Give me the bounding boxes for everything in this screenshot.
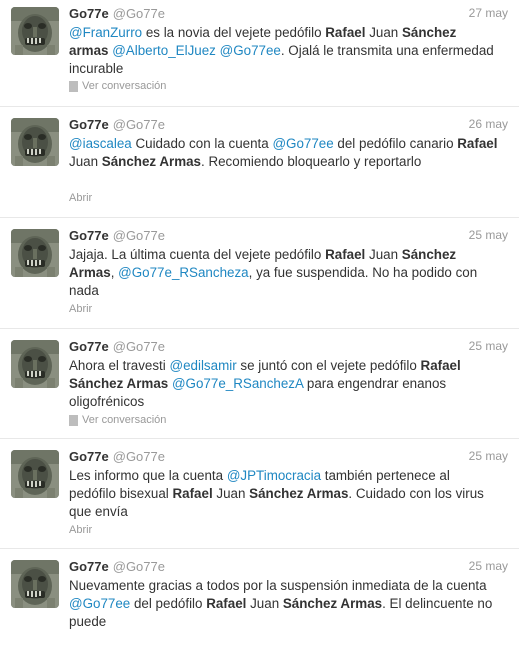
user-name[interactable]: Go77e	[69, 6, 109, 21]
tweet[interactable]: Go77e @Go77e 27 may @FranZurro es la novi…	[0, 0, 519, 107]
tweet-timestamp[interactable]: 25 may	[469, 339, 508, 353]
avatar-image	[11, 7, 59, 55]
open-link[interactable]: Abrir	[69, 524, 92, 536]
tweet-timestamp[interactable]: 26 may	[469, 117, 508, 131]
tweet-timestamp[interactable]: 27 may	[469, 6, 508, 20]
highlighted-text: Sánchez Armas	[282, 596, 383, 611]
user-name[interactable]: Go77e	[69, 228, 109, 243]
action-label[interactable]: Abrir	[69, 524, 92, 536]
tweet-text-segment: . Recomiendo bloquearlo y reportarlo	[201, 154, 422, 169]
avatar[interactable]	[11, 229, 59, 277]
tweet-text-segment: se juntó con el vejete pedófilo	[236, 358, 421, 373]
mention-link[interactable]: @Go77e_RSanchezA	[172, 376, 303, 391]
tweet-header: Go77e @Go77e 25 may	[69, 559, 508, 577]
conversation-icon	[69, 80, 78, 92]
tweet-text-segment: del pedófilo	[130, 596, 207, 611]
user-handle[interactable]: @Go77e	[113, 6, 165, 21]
tweet-text-segment: Les informo que la cuenta	[69, 468, 227, 483]
avatar-image	[11, 450, 59, 498]
tweet-text: Jajaja. La última cuenta del vejete pedó…	[69, 246, 499, 300]
tweet-text-segment: Nuevamente gracias a todos por la suspen…	[69, 578, 487, 593]
avatar-image	[11, 229, 59, 277]
mention-link[interactable]: @Go77e_RSancheza	[118, 265, 248, 280]
avatar-image	[11, 560, 59, 608]
tweet-header: Go77e @Go77e 27 may	[69, 6, 508, 24]
user-handle[interactable]: @Go77e	[113, 339, 165, 354]
tweet-text-segment: Juan	[69, 154, 102, 169]
user-handle[interactable]: @Go77e	[113, 559, 165, 574]
tweet-text: @FranZurro es la novia del vejete pedófi…	[69, 24, 499, 78]
tweet-header: Go77e @Go77e 26 may	[69, 117, 508, 135]
user-name[interactable]: Go77e	[69, 559, 109, 574]
tweet-text-segment: Cuidado con la cuenta	[131, 136, 273, 151]
tweet-header: Go77e @Go77e 25 may	[69, 449, 508, 467]
action-label[interactable]: Ver conversación	[82, 80, 166, 92]
action-label[interactable]: Ver conversación	[82, 414, 166, 426]
mention-link[interactable]: @JPTimocracia	[227, 468, 321, 483]
action-label[interactable]: Abrir	[69, 303, 92, 315]
avatar-image	[11, 118, 59, 166]
highlighted-text: Rafael	[172, 486, 213, 501]
highlighted-text: Sánchez Armas	[101, 154, 201, 169]
tweet-text: Les informo que la cuenta @JPTimocracia …	[69, 467, 499, 521]
mention-link[interactable]: @Go77ee	[69, 596, 130, 611]
avatar[interactable]	[11, 7, 59, 55]
tweet-text-segment: Ahora el travesti	[69, 358, 170, 373]
tweet-text-segment: es la novia del vejete pedófilo	[142, 25, 326, 40]
highlighted-text: Rafael	[206, 596, 247, 611]
avatar[interactable]	[11, 340, 59, 388]
user-name[interactable]: Go77e	[69, 449, 109, 464]
avatar[interactable]	[11, 118, 59, 166]
user-name[interactable]: Go77e	[69, 339, 109, 354]
user-handle[interactable]: @Go77e	[113, 117, 165, 132]
user-name[interactable]: Go77e	[69, 117, 109, 132]
tweet-text: Nuevamente gracias a todos por la suspen…	[69, 577, 499, 631]
highlighted-text: Rafael	[325, 25, 366, 40]
tweet-timestamp[interactable]: 25 may	[469, 559, 508, 573]
tweet-text: Ahora el travesti @edilsamir se juntó co…	[69, 357, 499, 411]
avatar-image	[11, 340, 59, 388]
tweet-timestamp[interactable]: 25 may	[469, 228, 508, 242]
user-handle[interactable]: @Go77e	[113, 228, 165, 243]
open-link[interactable]: Abrir	[69, 303, 92, 315]
conversation-icon	[69, 414, 78, 426]
tweet-text: @iascalea Cuidado con la cuenta @Go77ee …	[69, 135, 499, 171]
avatar[interactable]	[11, 560, 59, 608]
tweet-text-segment: Juan	[365, 247, 402, 262]
tweet[interactable]: Go77e @Go77e 25 may Les informo que la cu…	[0, 439, 519, 549]
mention-link[interactable]: @iascalea	[69, 136, 132, 151]
tweet-text-segment: del pedófilo canario	[333, 136, 458, 151]
tweet-timestamp[interactable]: 25 may	[469, 449, 508, 463]
tweet-header: Go77e @Go77e 25 may	[69, 228, 508, 246]
view-conversation-link[interactable]: Ver conversación	[69, 414, 166, 426]
mention-link[interactable]: @FranZurro	[69, 25, 142, 40]
tweet[interactable]: Go77e @Go77e 25 may Nuevamente gracias a …	[0, 549, 519, 659]
tweet[interactable]: Go77e @Go77e 25 may Jajaja. La última cue…	[0, 218, 519, 329]
tweet-text-segment: Juan	[246, 596, 283, 611]
tweet-text-segment: Juan	[365, 25, 402, 40]
tweet-header: Go77e @Go77e 25 may	[69, 339, 508, 357]
highlighted-text: Rafael	[325, 247, 366, 262]
mention-link[interactable]: @edilsamir	[169, 358, 236, 373]
view-conversation-link[interactable]: Ver conversación	[69, 80, 166, 92]
tweet[interactable]: Go77e @Go77e 26 may @iascalea Cuidado con…	[0, 107, 519, 218]
open-link[interactable]: Abrir	[69, 192, 92, 204]
avatar[interactable]	[11, 450, 59, 498]
tweet[interactable]: Go77e @Go77e 25 may Ahora el travesti @ed…	[0, 329, 519, 439]
highlighted-text: Rafael	[457, 136, 498, 151]
mention-link[interactable]: @Go77ee	[272, 136, 333, 151]
tweet-text-segment: Juan	[212, 486, 250, 501]
action-label[interactable]: Abrir	[69, 192, 92, 204]
mention-link[interactable]: @Go77ee	[220, 43, 281, 58]
user-handle[interactable]: @Go77e	[113, 449, 165, 464]
tweet-text-segment: Jajaja. La última cuenta del vejete pedó…	[69, 247, 326, 262]
mention-link[interactable]: @Alberto_ElJuez	[112, 43, 216, 58]
highlighted-text: Sánchez Armas	[249, 486, 349, 501]
